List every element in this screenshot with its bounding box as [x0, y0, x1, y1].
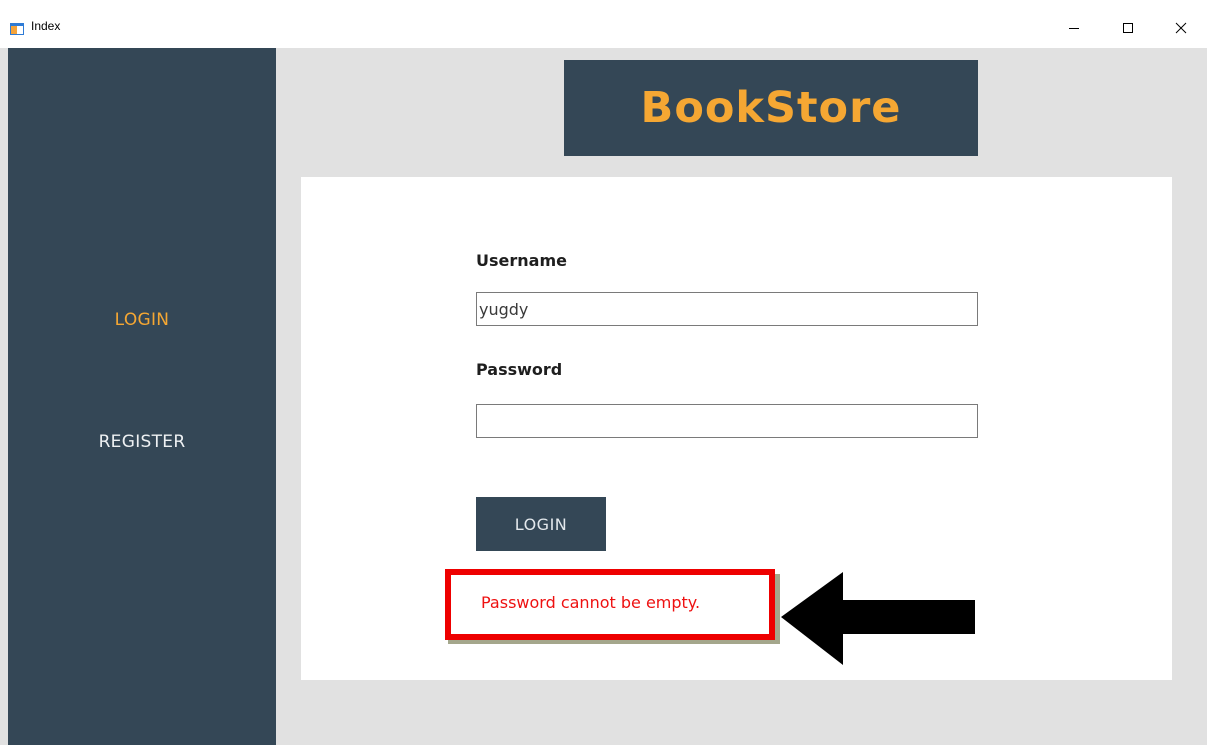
username-label: Username [476, 251, 567, 270]
window-title: Index [31, 19, 61, 33]
password-label: Password [476, 360, 563, 379]
error-message: Password cannot be empty. [481, 593, 701, 612]
close-icon [1175, 19, 1187, 38]
maximize-button[interactable] [1105, 10, 1151, 46]
username-input[interactable] [476, 292, 978, 326]
title-bar: Index [0, 0, 1207, 48]
maximize-icon [1122, 19, 1134, 38]
sidebar-item-login[interactable]: LOGIN [8, 310, 276, 330]
close-button[interactable] [1158, 10, 1204, 46]
brand-title: BookStore [640, 83, 902, 133]
left-arrow-icon [781, 572, 977, 672]
password-input[interactable] [476, 404, 978, 438]
sidebar-item-register[interactable]: REGISTER [8, 432, 276, 452]
minimize-icon [1068, 19, 1080, 38]
login-button[interactable]: LOGIN [476, 497, 606, 551]
app-window: Index LOGIN REGISTER BookStore Username … [0, 0, 1207, 745]
sidebar: LOGIN REGISTER [8, 48, 276, 745]
minimize-button[interactable] [1051, 10, 1097, 46]
brand-banner: BookStore [564, 60, 978, 156]
app-window-icon [10, 20, 24, 35]
